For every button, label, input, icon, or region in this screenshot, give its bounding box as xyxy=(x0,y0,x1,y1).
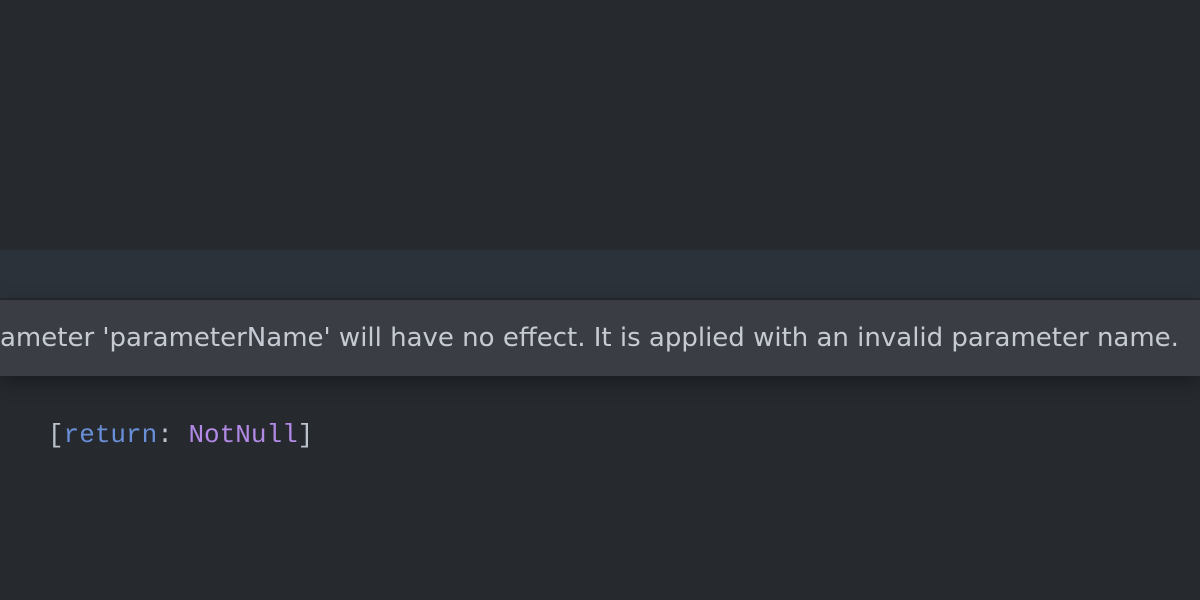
keyword-return: return xyxy=(64,420,158,450)
code-line-1[interactable]: [return: NotNull] xyxy=(48,411,1200,459)
diagnostic-message: ameter 'parameterName' will have no effe… xyxy=(0,323,1179,353)
bracket-close: ] xyxy=(298,420,314,450)
diagnostic-tooltip: ameter 'parameterName' will have no effe… xyxy=(0,300,1200,376)
code-editor[interactable]: [return: NotNull] public static T NotNul… xyxy=(0,0,1200,600)
bracket-open: [ xyxy=(48,420,64,450)
type-notnull: NotNull xyxy=(188,420,297,450)
